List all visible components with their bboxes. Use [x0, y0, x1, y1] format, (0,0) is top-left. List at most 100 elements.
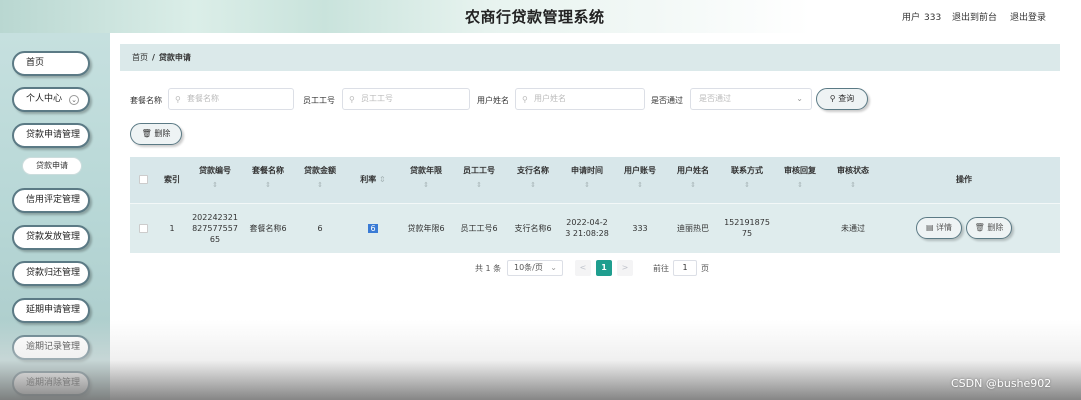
- sort-icon[interactable]: ⇕: [506, 181, 560, 189]
- sort-icon[interactable]: ⇕: [666, 181, 720, 189]
- sidebar-item-extension-apply[interactable]: 延期申请管理: [12, 298, 90, 323]
- col-label: 审核状态: [837, 166, 869, 175]
- sidebar-item-loan-repay[interactable]: 贷款归还管理: [12, 261, 90, 286]
- col-account[interactable]: 用户账号 ⇕: [614, 165, 666, 189]
- col-label: 审核回复: [784, 166, 816, 175]
- batch-delete-button[interactable]: 🗑 删除: [130, 123, 182, 145]
- col-package[interactable]: 套餐名称 ⇕: [242, 165, 294, 189]
- employee-search-input[interactable]: ⚲ 员工工号: [342, 88, 470, 110]
- cell-username: 迪丽热巴: [677, 224, 709, 233]
- sort-icon[interactable]: ⇕: [826, 181, 880, 189]
- col-rate[interactable]: 利率 ⇕: [346, 174, 400, 185]
- cell-amount: 6: [317, 224, 323, 233]
- sort-icon[interactable]: ⇕: [188, 181, 242, 189]
- sidebar-item-overdue-clear[interactable]: 逾期消除管理: [12, 371, 90, 396]
- cell-line: 202242321: [192, 213, 238, 222]
- cell-rate: 6: [346, 223, 400, 234]
- goto-page-input[interactable]: 1: [673, 260, 697, 276]
- username-search-input[interactable]: ⚲ 用户姓名: [515, 88, 645, 110]
- col-label: 支行名称: [517, 166, 549, 175]
- sort-icon[interactable]: ⇕: [774, 181, 826, 189]
- search-icon: ⚲: [522, 95, 528, 104]
- delete-button-label: 删除: [154, 129, 171, 138]
- query-button[interactable]: ⚲ 查询: [816, 88, 868, 110]
- sidebar-subitem-loan-apply[interactable]: 贷款申请: [22, 157, 82, 175]
- next-page-button[interactable]: >: [617, 260, 633, 276]
- cell-line: 65: [209, 235, 221, 244]
- select-all-checkbox[interactable]: [139, 175, 148, 184]
- sort-icon[interactable]: ⇕: [242, 181, 294, 189]
- sidebar-item-label: 信用评定管理: [26, 195, 81, 205]
- cell-contact: 152191875 75: [720, 217, 774, 239]
- page-1-button[interactable]: 1: [596, 260, 612, 276]
- sort-icon[interactable]: ⇕: [294, 181, 346, 189]
- col-review-status[interactable]: 审核状态 ⇕: [826, 165, 880, 189]
- employee-label: 员工工号: [303, 96, 335, 105]
- col-review-reply[interactable]: 审核回复 ⇕: [774, 165, 826, 189]
- col-branch[interactable]: 支行名称 ⇕: [506, 165, 560, 189]
- user-name: 333: [924, 13, 942, 23]
- row-delete-label: 删除: [987, 223, 1004, 232]
- search-icon: ⚲: [175, 95, 181, 104]
- page-size-value: 10条/页: [514, 263, 543, 272]
- sidebar-item-loan-apply-manage[interactable]: 贷款申请管理: [12, 123, 90, 148]
- breadcrumb-separator: /: [152, 53, 155, 62]
- detail-button-label: 详情: [936, 223, 953, 232]
- prev-page-button[interactable]: <: [575, 260, 591, 276]
- goto-label: 前往: [653, 264, 669, 273]
- package-search-input[interactable]: ⚲ 套餐名称: [168, 88, 294, 110]
- col-contact[interactable]: 联系方式 ⇕: [720, 165, 774, 189]
- col-label: 贷款年限: [410, 166, 442, 175]
- sort-icon[interactable]: ⇕: [560, 181, 614, 189]
- sidebar-item-personal-center[interactable]: 个人中心 ⌄: [12, 87, 90, 112]
- user-label: 用户: [902, 13, 921, 23]
- col-label: 贷款编号: [199, 166, 231, 175]
- sort-icon[interactable]: ⇕: [720, 181, 774, 189]
- col-label: 联系方式: [731, 166, 763, 175]
- search-icon: ⚲: [829, 94, 839, 103]
- sort-icon[interactable]: ⇕: [379, 175, 386, 184]
- trash-icon: 🗑: [141, 129, 155, 138]
- username-label: 用户姓名: [477, 96, 509, 105]
- cell-branch: 支行名称6: [514, 224, 552, 233]
- col-loan-no[interactable]: 贷款编号 ⇕: [188, 165, 242, 189]
- logout-link[interactable]: 退出登录: [1010, 10, 1046, 23]
- chevron-down-icon: ⌄: [550, 263, 557, 272]
- username-placeholder: 用户姓名: [534, 94, 566, 103]
- sidebar-item-label: 逾期记录管理: [26, 342, 81, 352]
- col-employee[interactable]: 员工工号 ⇕: [452, 165, 506, 189]
- sidebar-item-credit-rating[interactable]: 信用评定管理: [12, 188, 90, 213]
- row-delete-button[interactable]: 🗑 删除: [966, 217, 1012, 239]
- sidebar-item-label: 逾期消除管理: [26, 378, 81, 388]
- trash-icon: 🗑: [974, 223, 988, 232]
- pagination-total: 共 1 条: [475, 264, 502, 273]
- top-header: 农商行贷款管理系统 用户 333 退出到前台 退出登录: [0, 0, 1081, 33]
- sort-icon[interactable]: ⇕: [452, 181, 506, 189]
- sidebar-item-loan-disburse[interactable]: 贷款发放管理: [12, 225, 90, 250]
- sidebar-item-label: 首页: [26, 58, 45, 68]
- exit-to-front-link[interactable]: 退出到前台: [952, 10, 997, 23]
- search-icon: ⚲: [349, 95, 355, 104]
- sidebar-item-label: 贷款发放管理: [26, 232, 81, 242]
- breadcrumb-home[interactable]: 首页: [132, 53, 148, 62]
- table-row: 1 202242321 827577557 65 套餐名称6 6 6 贷款年限6 员…: [130, 203, 1060, 253]
- sidebar-item-label: 个人中心: [26, 94, 63, 104]
- row-checkbox[interactable]: [139, 224, 148, 233]
- table-header: 索引 贷款编号 ⇕ 套餐名称 ⇕ 贷款金额 ⇕ 利率 ⇕ 贷款年限 ⇕ 员工工号 ⇕ 支行…: [130, 157, 1060, 203]
- col-apply-time[interactable]: 申请时间 ⇕: [560, 165, 614, 189]
- sort-icon[interactable]: ⇕: [400, 181, 452, 189]
- col-index: 索引: [164, 175, 180, 184]
- sidebar-item-home[interactable]: 首页: [12, 51, 90, 76]
- sidebar-item-label: 贷款归还管理: [26, 268, 81, 278]
- col-label: 贷款金额: [304, 166, 336, 175]
- col-username[interactable]: 用户姓名 ⇕: [666, 165, 720, 189]
- col-amount[interactable]: 贷款金额 ⇕: [294, 165, 346, 189]
- page-size-select[interactable]: 10条/页 ⌄: [507, 260, 563, 276]
- sort-icon[interactable]: ⇕: [614, 181, 666, 189]
- col-label: 用户姓名: [677, 166, 709, 175]
- passed-select[interactable]: 是否通过 ⌄: [690, 88, 812, 110]
- sidebar-item-overdue-record[interactable]: 逾期记录管理: [12, 335, 90, 360]
- col-term[interactable]: 贷款年限 ⇕: [400, 165, 452, 189]
- pagination: 共 1 条 10条/页 ⌄ < 1 > 前往 1 页: [475, 260, 735, 276]
- detail-button[interactable]: ▤ 详情: [916, 217, 962, 239]
